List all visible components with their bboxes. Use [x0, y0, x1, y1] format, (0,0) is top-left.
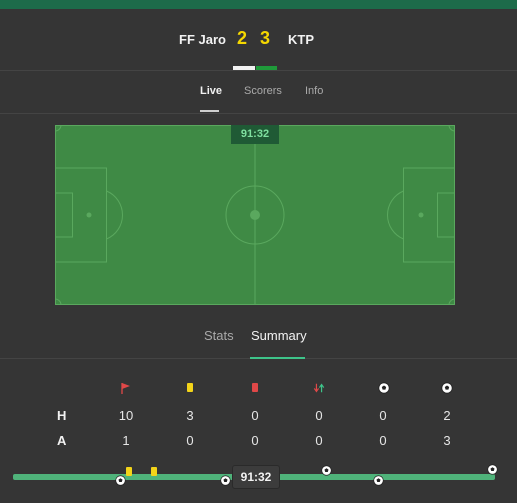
pitch: 91:32 [54, 124, 456, 306]
sub-tabs: Stats Summary [0, 320, 517, 359]
corner-flag-icon [121, 383, 130, 394]
timeline-yellow-card-icon [151, 467, 157, 476]
away-team-name: KTP [288, 32, 314, 47]
tab-scorers[interactable]: Scorers [244, 85, 282, 97]
yellow-card-icon [187, 383, 193, 392]
goal-icon [441, 382, 453, 394]
home-yellow-cards: 3 [186, 408, 194, 423]
home-team-name: FF Jaro [179, 32, 226, 47]
substitution-icon [313, 383, 325, 393]
away-red-cards: 0 [251, 433, 259, 448]
away-substitutions: 0 [315, 433, 323, 448]
home-score: 2 [237, 28, 248, 48]
away-score: 3 [260, 28, 271, 48]
away-corners: 1 [122, 433, 130, 448]
timeline-goal-icon [220, 475, 231, 486]
home-row-label: H [57, 408, 67, 423]
red-card-icon [252, 383, 258, 392]
timeline-goal-icon [321, 465, 332, 476]
active-tab-indicator [200, 110, 219, 112]
tab-summary[interactable]: Summary [251, 328, 307, 343]
goal-icon [378, 382, 390, 394]
top-accent-bar [0, 0, 517, 9]
home-stat-5: 0 [379, 408, 387, 423]
timeline-goal-icon [115, 475, 126, 486]
timeline-goal-icon [487, 464, 498, 475]
home-corners: 10 [118, 408, 134, 423]
tab-live[interactable]: Live [200, 85, 222, 97]
away-stat-5: 0 [379, 433, 387, 448]
home-goals: 2 [443, 408, 451, 423]
stats-table: H 10 3 0 0 0 2 A 1 0 0 0 0 3 [0, 378, 517, 458]
pitch-graphic [54, 124, 456, 306]
away-yellow-cards: 0 [186, 433, 194, 448]
timeline-yellow-card-icon [126, 467, 132, 476]
timeline-goal-icon [373, 475, 384, 486]
tab-info[interactable]: Info [305, 85, 323, 97]
match-clock-badge: 91:32 [231, 125, 279, 144]
tab-stats[interactable]: Stats [204, 328, 234, 343]
match-header: FF Jaro 2 3 KTP [0, 9, 517, 71]
timeline-current-time: 91:32 [232, 465, 280, 489]
away-goals: 3 [443, 433, 451, 448]
active-subtab-indicator [250, 357, 305, 359]
home-substitutions: 0 [315, 408, 323, 423]
home-red-cards: 0 [251, 408, 259, 423]
main-tabs: Live Scorers Info [0, 70, 517, 114]
away-row-label: A [57, 433, 67, 448]
match-timeline: 91:32 [0, 460, 517, 503]
